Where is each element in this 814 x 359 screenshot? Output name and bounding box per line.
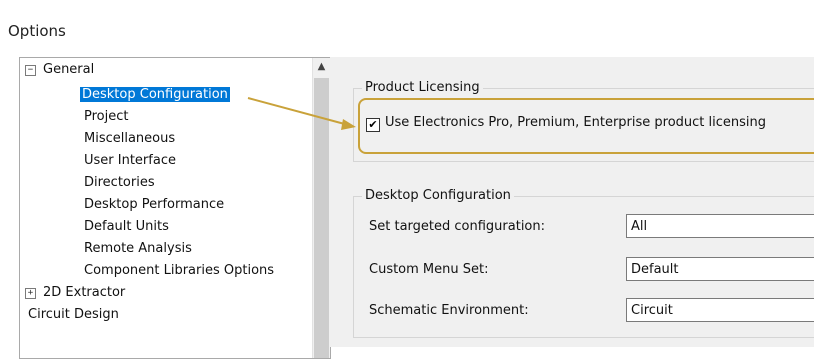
- tree-item-circuit-design[interactable]: Circuit Design: [26, 305, 121, 325]
- schematic-environment-field[interactable]: Circuit: [626, 298, 814, 322]
- tree-item-desktop-performance[interactable]: Desktop Performance: [82, 195, 226, 215]
- desktop-configuration-title: Desktop Configuration: [362, 188, 514, 203]
- collapse-general-icon[interactable]: −: [25, 65, 36, 76]
- scroll-thumb[interactable]: [314, 78, 329, 358]
- tree-item-project[interactable]: Project: [82, 107, 130, 127]
- tree-item-component-libraries-options[interactable]: Component Libraries Options: [82, 261, 276, 281]
- custom-menu-set-field[interactable]: Default: [626, 257, 814, 281]
- tree-item-desktop-configuration[interactable]: Desktop Configuration: [80, 85, 230, 105]
- tree-item-remote-analysis[interactable]: Remote Analysis: [82, 239, 194, 259]
- window-title: Options: [8, 22, 66, 40]
- schematic-environment-label: Schematic Environment:: [369, 303, 529, 318]
- tree-item-default-units[interactable]: Default Units: [82, 217, 171, 237]
- tree-item-directories[interactable]: Directories: [82, 173, 157, 193]
- tree-scrollbar[interactable]: ▲: [312, 58, 330, 358]
- licensing-checkbox-label[interactable]: Use Electronics Pro, Premium, Enterprise…: [385, 115, 766, 130]
- tree-item-2d-extractor[interactable]: 2D Extractor: [41, 283, 127, 303]
- custom-menu-set-label: Custom Menu Set:: [369, 262, 489, 277]
- tree-item-miscellaneous[interactable]: Miscellaneous: [82, 129, 177, 149]
- tree-item-user-interface[interactable]: User Interface: [82, 151, 178, 171]
- targeted-configuration-field[interactable]: All: [626, 214, 814, 238]
- scroll-up-arrow-icon[interactable]: ▲: [313, 58, 330, 76]
- expand-2d-extractor-icon[interactable]: +: [25, 288, 36, 299]
- options-tree[interactable]: − General Desktop Configuration Project …: [19, 57, 331, 359]
- licensing-checkbox[interactable]: ✔: [366, 118, 380, 132]
- targeted-configuration-label: Set targeted configuration:: [369, 219, 546, 234]
- product-licensing-title: Product Licensing: [362, 80, 483, 95]
- tree-item-general[interactable]: General: [41, 60, 96, 80]
